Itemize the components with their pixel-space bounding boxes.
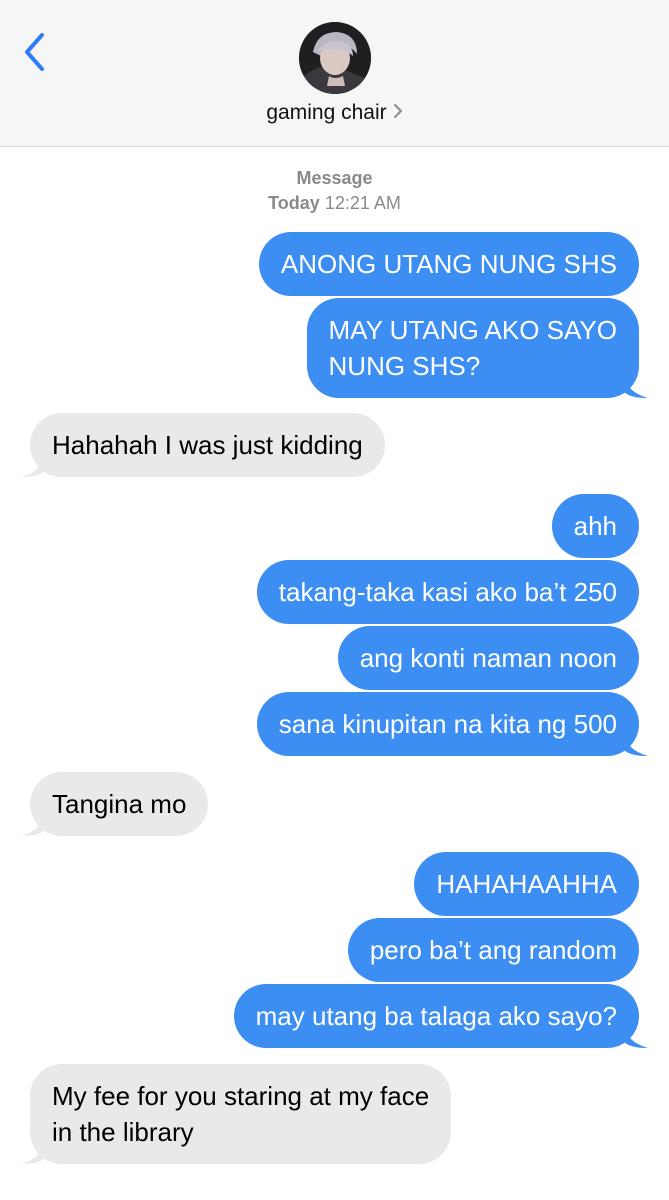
sent-message-bubble[interactable]: ANONG UTANG NUNG SHS bbox=[258, 232, 639, 296]
sent-message-bubble[interactable]: sana kinupitan na kita ng 500 bbox=[256, 692, 648, 756]
bubble-tail bbox=[624, 1024, 648, 1048]
message-timestamp: Today 12:21 AM bbox=[0, 193, 669, 214]
message-text: may utang ba talaga ako sayo? bbox=[255, 1001, 617, 1031]
bubble-tail bbox=[624, 732, 648, 756]
conversation-header: gaming chair bbox=[0, 0, 669, 147]
message-text: ahh bbox=[573, 511, 617, 541]
service-label: Message bbox=[296, 168, 373, 188]
back-button[interactable] bbox=[14, 24, 54, 80]
messages-screen: gaming chair Message Today 12:21 AM ANON… bbox=[0, 0, 669, 1200]
sent-message-bubble[interactable]: pero ba’t ang random bbox=[347, 918, 639, 982]
message-text: My fee for you staring at my face bbox=[52, 1081, 430, 1111]
bubble-tail bbox=[21, 453, 45, 477]
bubble-tail bbox=[624, 374, 648, 398]
avatar[interactable] bbox=[299, 22, 371, 94]
message-text: sana kinupitan na kita ng 500 bbox=[278, 709, 617, 739]
sent-message-bubble[interactable]: takang-taka kasi ako ba’t 250 bbox=[256, 560, 639, 624]
received-message-bubble[interactable]: My fee for you staring at my face in the… bbox=[21, 1064, 452, 1164]
sent-message-bubble[interactable]: MAY UTANG AKO SAYO NUNG SHS? bbox=[306, 298, 648, 398]
message-text: ang konti naman noon bbox=[359, 643, 617, 673]
message-text-line2: NUNG SHS? bbox=[328, 351, 481, 381]
message-text-line2: in the library bbox=[52, 1117, 194, 1147]
message-text: MAY UTANG AKO SAYO bbox=[328, 315, 617, 345]
bubble-tail bbox=[21, 812, 45, 836]
contact-name-button[interactable]: gaming chair bbox=[0, 101, 669, 125]
message-text: Hahahah I was just kidding bbox=[52, 430, 363, 460]
sent-message-bubble[interactable]: ahh bbox=[551, 494, 639, 558]
message-text: ANONG UTANG NUNG SHS bbox=[280, 249, 617, 279]
contact-name: gaming chair bbox=[266, 101, 387, 124]
timestamp-day: Today bbox=[268, 193, 320, 213]
sent-message-bubble[interactable]: may utang ba talaga ako sayo? bbox=[233, 984, 648, 1048]
message-text: pero ba’t ang random bbox=[369, 935, 617, 965]
avatar-photo bbox=[299, 22, 371, 94]
message-text: HAHAHAAHHA bbox=[436, 869, 617, 899]
message-text: takang-taka kasi ako ba’t 250 bbox=[278, 577, 617, 607]
sent-message-bubble[interactable]: ang konti naman noon bbox=[337, 626, 639, 690]
chevron-left-icon bbox=[25, 33, 44, 71]
received-message-bubble[interactable]: Tangina mo bbox=[21, 772, 209, 836]
sent-message-bubble[interactable]: HAHAHAAHHA bbox=[414, 852, 639, 916]
received-message-bubble[interactable]: Hahahah I was just kidding bbox=[21, 413, 385, 477]
bubble-tail bbox=[21, 1140, 45, 1164]
timestamp-time: 12:21 AM bbox=[324, 193, 401, 213]
message-text: Tangina mo bbox=[52, 789, 187, 819]
chevron-right-icon bbox=[393, 101, 403, 125]
